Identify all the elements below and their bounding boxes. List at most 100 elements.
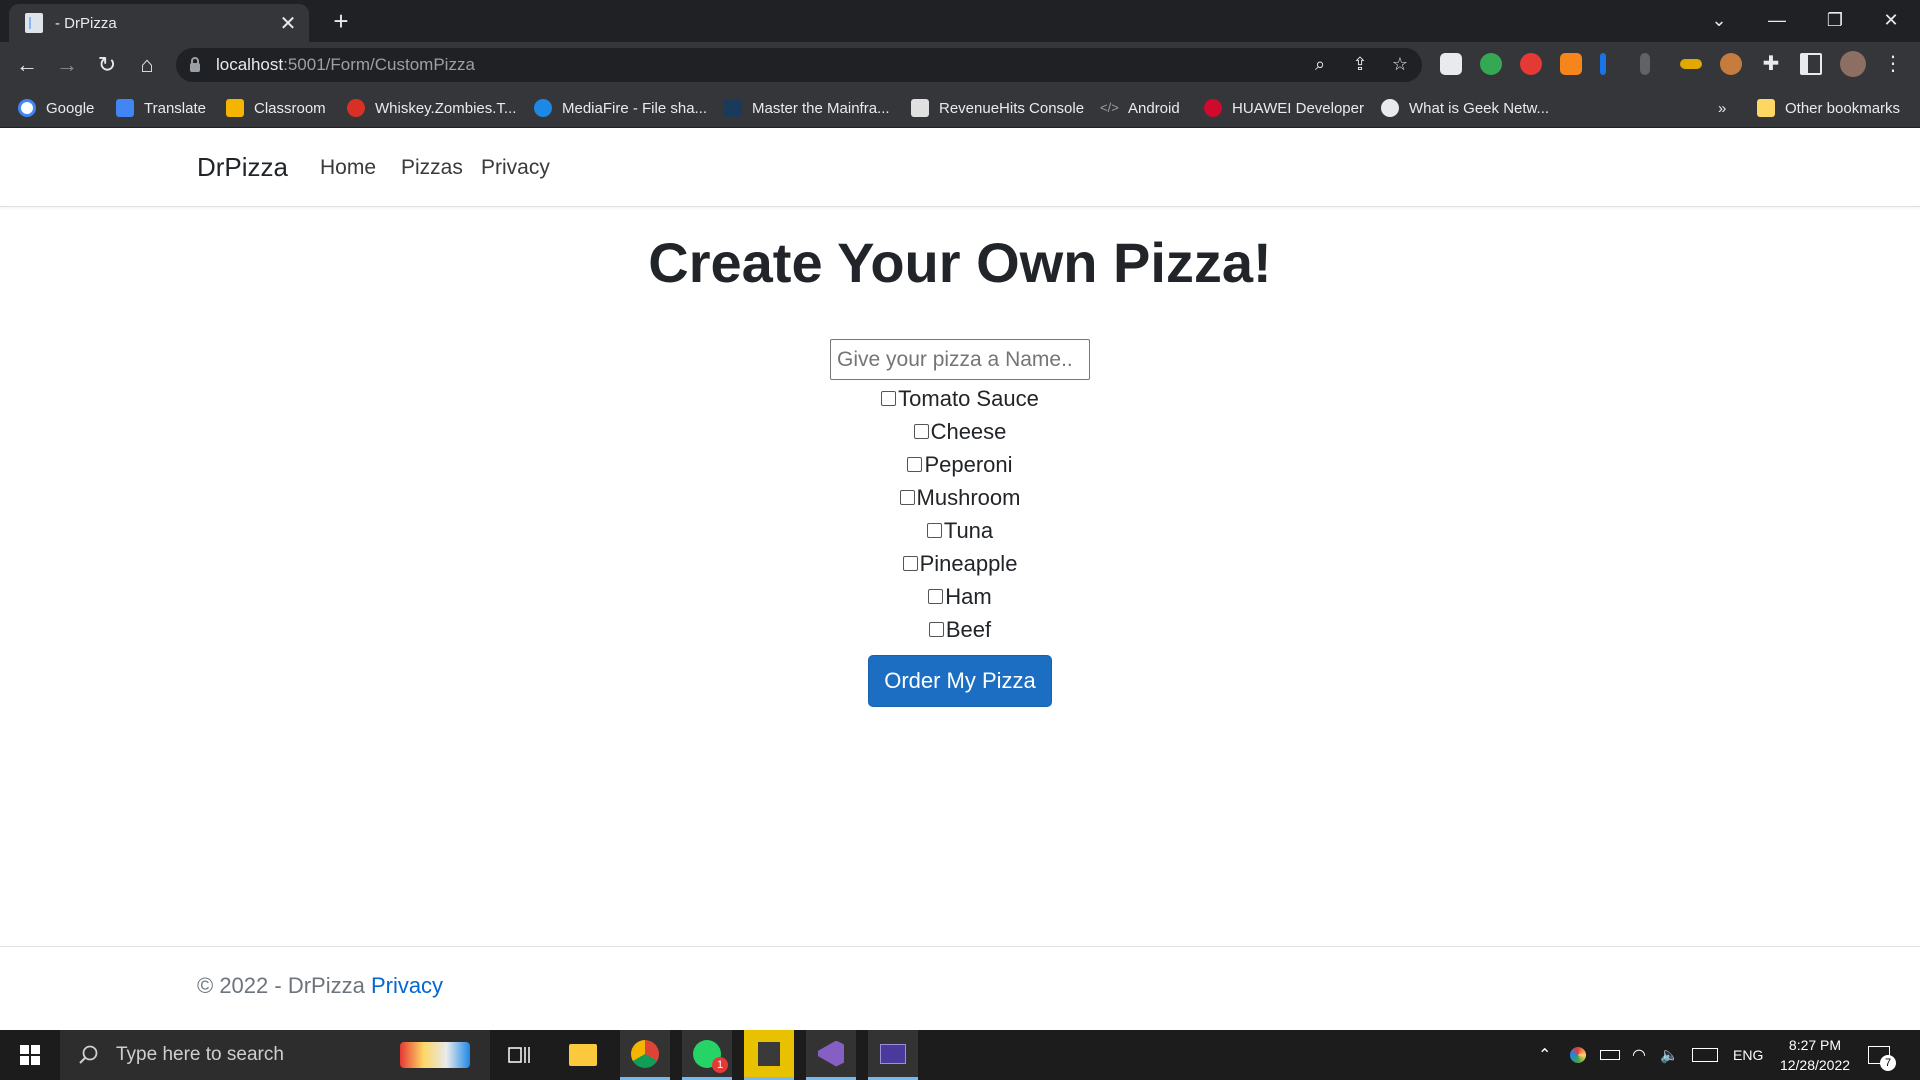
notification-badge: 1 [712,1057,728,1073]
bookmark-item[interactable]: MediaFire - File sha... [534,96,707,120]
show-hidden-icons-icon[interactable]: ⌃ [1538,1030,1551,1080]
extensions-puzzle-icon[interactable]: ✚ [1760,53,1782,75]
whatsapp-icon[interactable]: 1 [682,1030,732,1080]
powerbi-icon[interactable] [744,1030,794,1080]
menu-icon[interactable]: ⋮ [1882,53,1904,75]
topping-option: Tuna [0,514,1920,547]
topping-checkbox[interactable] [926,523,942,538]
checkmark-icon [911,99,929,117]
start-button[interactable] [0,1030,60,1080]
mediafire-icon [534,99,552,117]
side-panel-icon[interactable] [1800,53,1822,75]
topping-option: Pineapple [0,547,1920,580]
extension-icon[interactable] [1680,59,1702,69]
extension-icon[interactable] [1480,53,1502,75]
site-navbar: DrPizza Home Pizzas Privacy [0,128,1920,207]
topping-label: Ham [945,584,992,609]
keyboard-icon[interactable] [1692,1030,1718,1080]
minimize-button[interactable]: — [1748,0,1806,40]
clock-date: 12/28/2022 [1779,1057,1851,1073]
reload-button[interactable]: ↻ [91,49,123,81]
topping-label: Tuna [943,518,994,543]
bookmark-item[interactable]: What is Geek Netw... [1381,96,1549,120]
bookmark-item[interactable]: Google [18,96,94,120]
bookmarks-bar: Google Translate Classroom Whiskey.Zombi… [0,88,1920,128]
bookmarks-overflow-button[interactable]: » [1718,96,1726,120]
bookmark-item[interactable]: Master the Mainfra... [724,96,890,120]
nav-link-pizzas[interactable]: Pizzas [401,156,463,180]
topping-option: Ham [0,580,1920,613]
task-view-icon[interactable] [494,1030,544,1080]
bookmark-item[interactable]: HUAWEI Developer [1204,96,1364,120]
topping-checkbox[interactable] [881,391,897,406]
cookie-icon[interactable] [1720,53,1742,75]
forward-button[interactable]: → [51,49,83,81]
extension-icon[interactable] [1600,53,1606,75]
topping-checkbox[interactable] [907,457,923,472]
bookmark-star-icon[interactable]: ☆ [1388,54,1412,76]
topping-option: Mushroom [0,481,1920,514]
search-placeholder: Type here to search [116,1044,284,1065]
page-icon [25,13,43,33]
folder-icon [1757,99,1775,117]
code-icon: </> [1100,100,1119,115]
browser-tab[interactable]: - DrPizza ✕ [9,4,309,42]
tab-search-icon[interactable]: ⌄ [1690,0,1748,40]
extension-icon[interactable] [1640,53,1650,75]
close-tab-icon[interactable]: ✕ [273,11,303,36]
topping-label: Mushroom [916,485,1021,510]
notifications-icon[interactable]: 7 [1868,1030,1896,1080]
topping-option: Peperoni [0,448,1920,481]
clock[interactable]: 8:27 PM 12/28/2022 [1770,1035,1860,1075]
new-tab-button[interactable]: + [326,6,356,36]
language-indicator[interactable]: ENG [1733,1030,1763,1080]
terminal-icon[interactable] [868,1030,918,1080]
visual-studio-icon[interactable] [806,1030,856,1080]
address-bar[interactable]: localhost:5001/Form/CustomPizza ⌕ ⇪ ☆ [176,48,1422,82]
bookmark-item[interactable]: Translate [116,96,206,120]
site-brand[interactable]: DrPizza [197,152,288,183]
bookmark-item[interactable]: Classroom [226,96,326,120]
taskbar-search[interactable]: Type here to search [60,1030,490,1080]
topping-checkbox[interactable] [928,589,944,604]
restore-button[interactable]: ❐ [1806,0,1864,40]
huawei-icon [1204,99,1222,117]
wifi-icon[interactable]: ◠ [1632,1030,1646,1080]
topping-checkbox[interactable] [899,490,915,505]
volume-icon[interactable]: 🔈 [1660,1030,1679,1080]
pizza-name-input[interactable] [830,339,1090,380]
file-explorer-icon[interactable] [558,1030,608,1080]
chrome-icon[interactable] [620,1030,670,1080]
battery-icon[interactable] [1600,1030,1620,1080]
classroom-icon [226,99,244,117]
close-window-button[interactable]: ✕ [1862,0,1920,40]
windows-taskbar: Type here to search 1 ⌃ ◠ 🔈 ENG 8:27 PM … [0,1030,1920,1080]
bookmark-item[interactable]: </> Android [1100,96,1180,120]
order-pizza-button[interactable]: Order My Pizza [868,655,1052,707]
search-highlight-icon[interactable] [400,1042,470,1068]
notification-count: 7 [1880,1055,1896,1071]
clock-time: 8:27 PM [1788,1037,1842,1053]
home-button[interactable]: ⌂ [131,49,163,81]
share-icon[interactable]: ⇪ [1348,54,1372,76]
lock-icon[interactable] [190,56,200,72]
profile-avatar[interactable] [1840,51,1866,77]
bookmark-item[interactable]: Whiskey.Zombies.T... [347,96,516,120]
other-bookmarks[interactable]: Other bookmarks [1757,96,1900,120]
zoom-icon[interactable]: ⌕ [1308,54,1332,76]
mainframe-icon [724,99,742,117]
extension-icon[interactable] [1440,53,1462,75]
windows-logo-icon [20,1045,40,1065]
bookmark-item[interactable]: RevenueHits Console [911,96,1084,120]
back-button[interactable]: ← [11,49,43,81]
color-app-icon[interactable] [1570,1030,1586,1080]
extension-icon[interactable] [1520,53,1542,75]
topping-checkbox[interactable] [913,424,929,439]
metamask-icon[interactable] [1560,53,1582,75]
nav-link-home[interactable]: Home [320,156,376,180]
topping-checkbox[interactable] [902,556,918,571]
nav-link-privacy[interactable]: Privacy [481,156,550,180]
footer-privacy-link[interactable]: Privacy [371,973,443,998]
topping-checkbox[interactable] [928,622,944,637]
page-title: Create Your Own Pizza! [648,231,1272,294]
